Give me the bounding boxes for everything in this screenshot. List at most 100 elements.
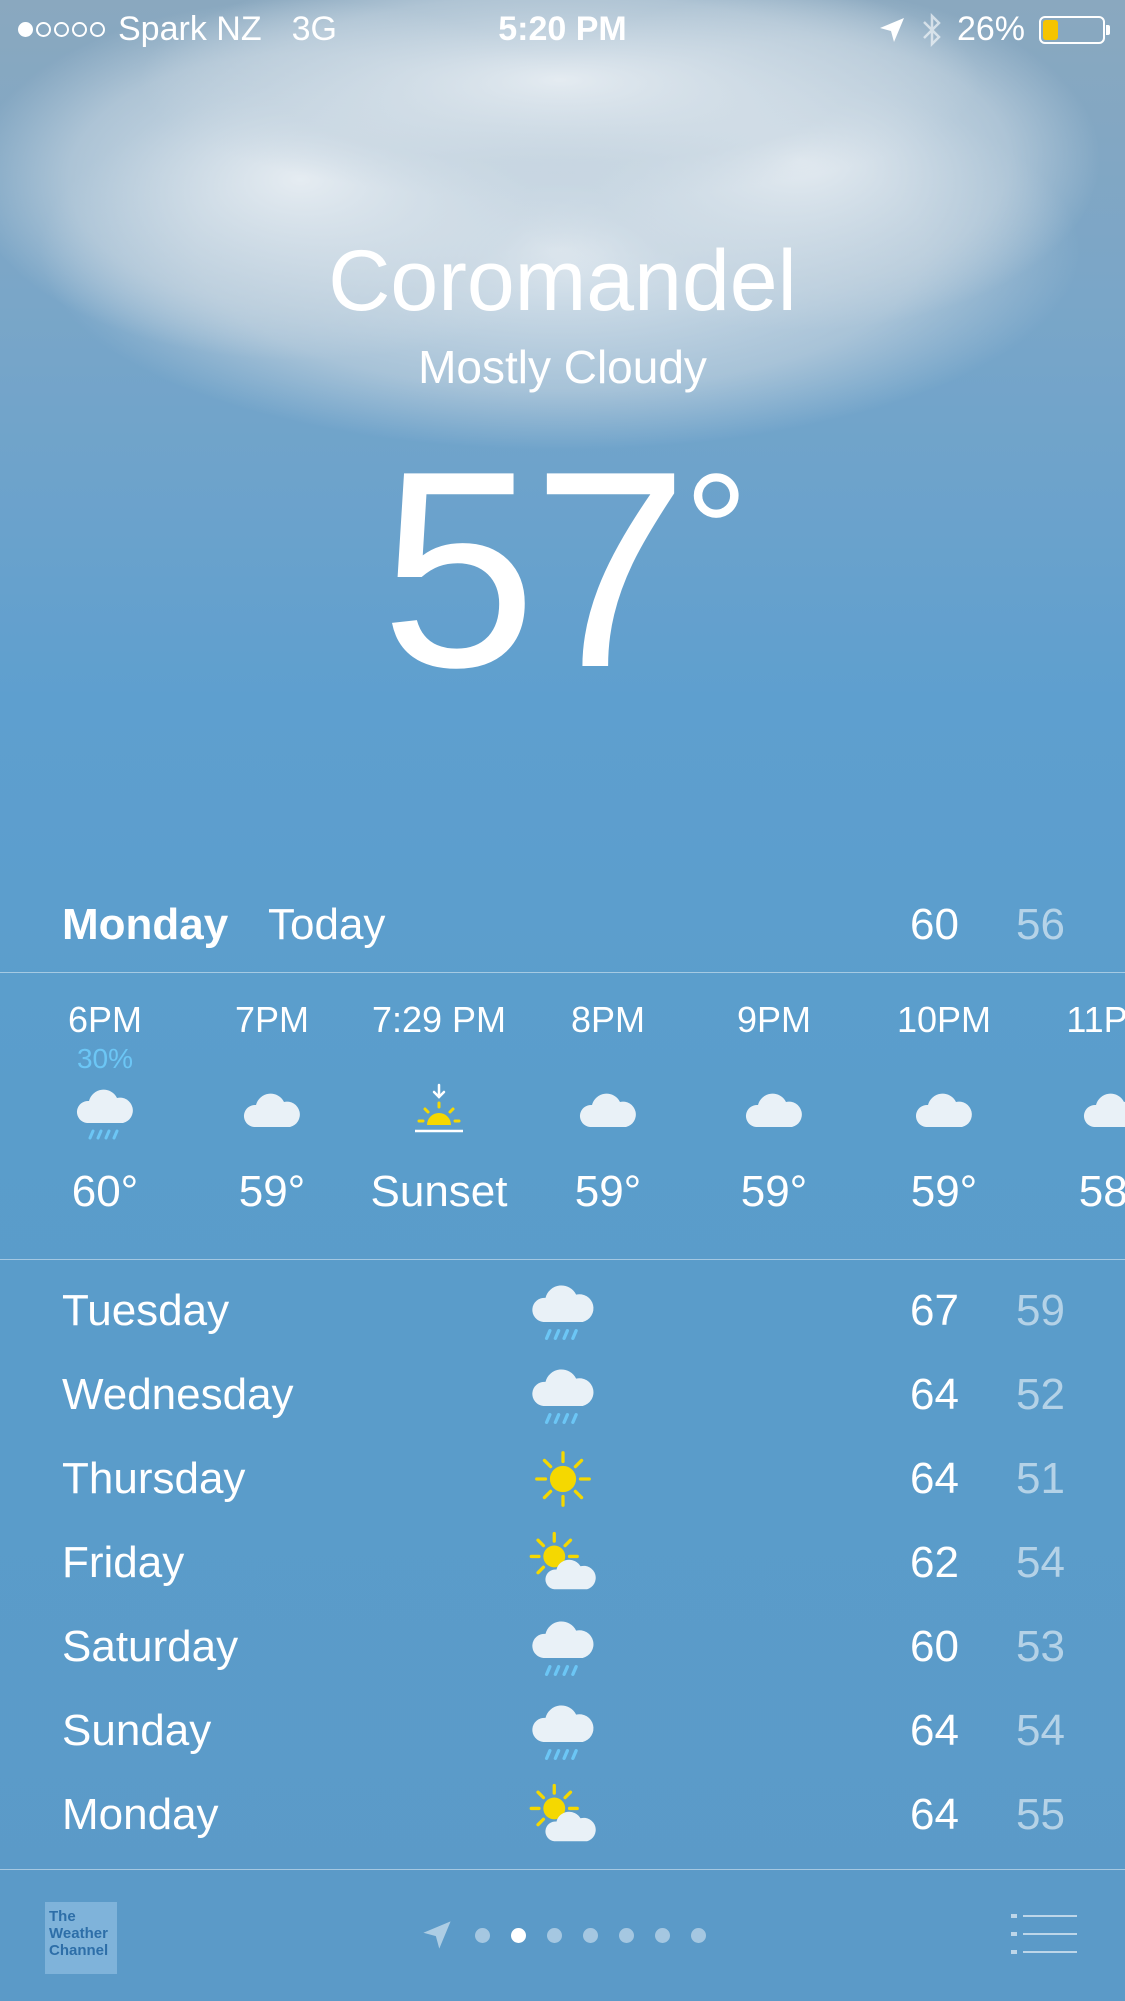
hour-time: 11PM [1066, 999, 1125, 1040]
hour-temp: 59° [910, 1167, 978, 1216]
today-label: Today [268, 900, 386, 949]
daily-row: Wednesday 64 52 [0, 1356, 1125, 1440]
location-arrow-icon [422, 1921, 451, 1949]
day-icon-wrap [528, 1444, 598, 1514]
rain-cloud-icon [532, 1621, 594, 1676]
daily-row: Thursday 64 51 [0, 1440, 1125, 1524]
day-high: 67 [910, 1286, 959, 1335]
day-name: Friday [62, 1538, 185, 1587]
hourly-item: 8PM 59° [524, 975, 692, 1217]
partly-cloudy-icon [529, 1531, 596, 1590]
rain-cloud-icon [76, 1089, 133, 1140]
daily-forecast-list[interactable]: Tuesday 67 59 Wednesday 64 52 Thursday 64 51 Frid… [0, 1272, 1125, 1860]
page-dot[interactable] [654, 1927, 670, 1943]
daily-row: Monday 64 55 [0, 1776, 1125, 1860]
signal-dot-empty [36, 22, 51, 37]
day-low: 54 [1016, 1706, 1065, 1755]
daily-row: Friday 62 54 [0, 1524, 1125, 1608]
today-summary-row: Monday Today 60 56 [0, 900, 1125, 962]
divider [0, 972, 1125, 973]
daily-row: Tuesday 67 59 [0, 1272, 1125, 1356]
day-high: 64 [910, 1454, 959, 1503]
precipitation-chance [524, 1043, 692, 1073]
day-icon-wrap [528, 1612, 598, 1682]
precipitation-chance [355, 1043, 523, 1073]
day-high: 60 [910, 1622, 959, 1671]
page-dot[interactable] [510, 1927, 526, 1943]
hour-icon-wrap [355, 1073, 523, 1153]
day-low: 51 [1016, 1454, 1065, 1503]
cloud-icon [915, 1093, 972, 1127]
rain-cloud-icon [532, 1705, 594, 1760]
rain-cloud-icon [532, 1285, 594, 1340]
divider [0, 1259, 1125, 1260]
day-icon-wrap [528, 1696, 598, 1766]
day-low: 55 [1016, 1790, 1065, 1839]
hourly-item: 10PM 59° [860, 975, 1028, 1217]
page-indicator[interactable] [0, 1918, 1125, 1952]
precipitation-chance [188, 1043, 356, 1073]
hour-temp: 59° [574, 1167, 642, 1216]
page-dot[interactable] [474, 1927, 490, 1943]
page-dot[interactable] [546, 1927, 562, 1943]
day-low: 53 [1016, 1622, 1065, 1671]
battery-fill [1043, 19, 1059, 40]
signal-dot-empty [90, 22, 105, 37]
day-low: 59 [1016, 1286, 1065, 1335]
hourly-forecast-strip[interactable]: 6PM 30% 60° 7PM 59° 7:29 PM Sunset 8PM 59° 9PM 59°… [0, 975, 1125, 1260]
hour-icon-wrap [860, 1073, 1028, 1153]
page-dot[interactable] [690, 1927, 706, 1943]
battery-icon [1039, 15, 1110, 44]
current-temperature: 57° [0, 430, 1125, 710]
carrier-info: Spark NZ 3G [18, 10, 337, 49]
hour-icon-wrap [690, 1073, 858, 1153]
day-icon-wrap [528, 1528, 598, 1598]
hour-icon-wrap [1028, 1073, 1125, 1153]
hourly-item: 7PM 59° [188, 975, 356, 1217]
day-high: 62 [910, 1538, 959, 1587]
page-dot[interactable] [618, 1927, 634, 1943]
hour-time: 10PM [896, 999, 992, 1040]
precipitation-chance [860, 1043, 1028, 1073]
day-high: 64 [910, 1706, 959, 1755]
hour-time: 6PM [67, 999, 143, 1040]
hour-icon-wrap [188, 1073, 356, 1153]
today-day: Monday [62, 900, 229, 949]
page-dot[interactable] [582, 1927, 598, 1943]
signal-dot-empty [72, 22, 87, 37]
sunset-icon [415, 1083, 463, 1133]
hour-temp: 60° [71, 1167, 139, 1216]
bluetooth-icon [923, 12, 941, 47]
cloud-icon [243, 1093, 300, 1127]
status-right: 26% [877, 10, 1110, 49]
day-high: 64 [910, 1790, 959, 1839]
day-name: Saturday [62, 1622, 239, 1671]
cloud-icon [1083, 1093, 1125, 1127]
carrier-name: Spark NZ [118, 10, 262, 48]
status-bar: Spark NZ 3G 5:20 PM 26% [0, 0, 1125, 60]
day-icon-wrap [528, 1360, 598, 1430]
list-icon[interactable] [1011, 1912, 1077, 1956]
hourly-item: 7:29 PM Sunset [355, 975, 523, 1217]
hour-time: 7PM [234, 999, 310, 1040]
day-name: Wednesday [62, 1370, 294, 1419]
hour-temp: 58° [1078, 1167, 1125, 1216]
precipitation-chance [1028, 1043, 1125, 1073]
day-name: Tuesday [62, 1286, 230, 1335]
daily-row: Saturday 60 53 [0, 1608, 1125, 1692]
current-condition: Mostly Cloudy [418, 341, 707, 393]
day-icon-wrap [528, 1780, 598, 1850]
rain-cloud-icon [532, 1369, 594, 1424]
signal-dot-filled [18, 22, 33, 37]
precipitation-chance [690, 1043, 858, 1073]
hour-time: 8PM [570, 999, 646, 1040]
hourly-item: 9PM 59° [690, 975, 858, 1217]
precipitation-chance: 30% [76, 1043, 134, 1074]
hour-time: 9PM [736, 999, 812, 1040]
hour-time: 7:29 PM [371, 999, 507, 1040]
cloud-icon [579, 1093, 636, 1127]
cloud-icon [745, 1093, 802, 1127]
day-low: 54 [1016, 1538, 1065, 1587]
hour-icon-wrap [524, 1073, 692, 1153]
city-name: Coromandel [328, 233, 797, 329]
